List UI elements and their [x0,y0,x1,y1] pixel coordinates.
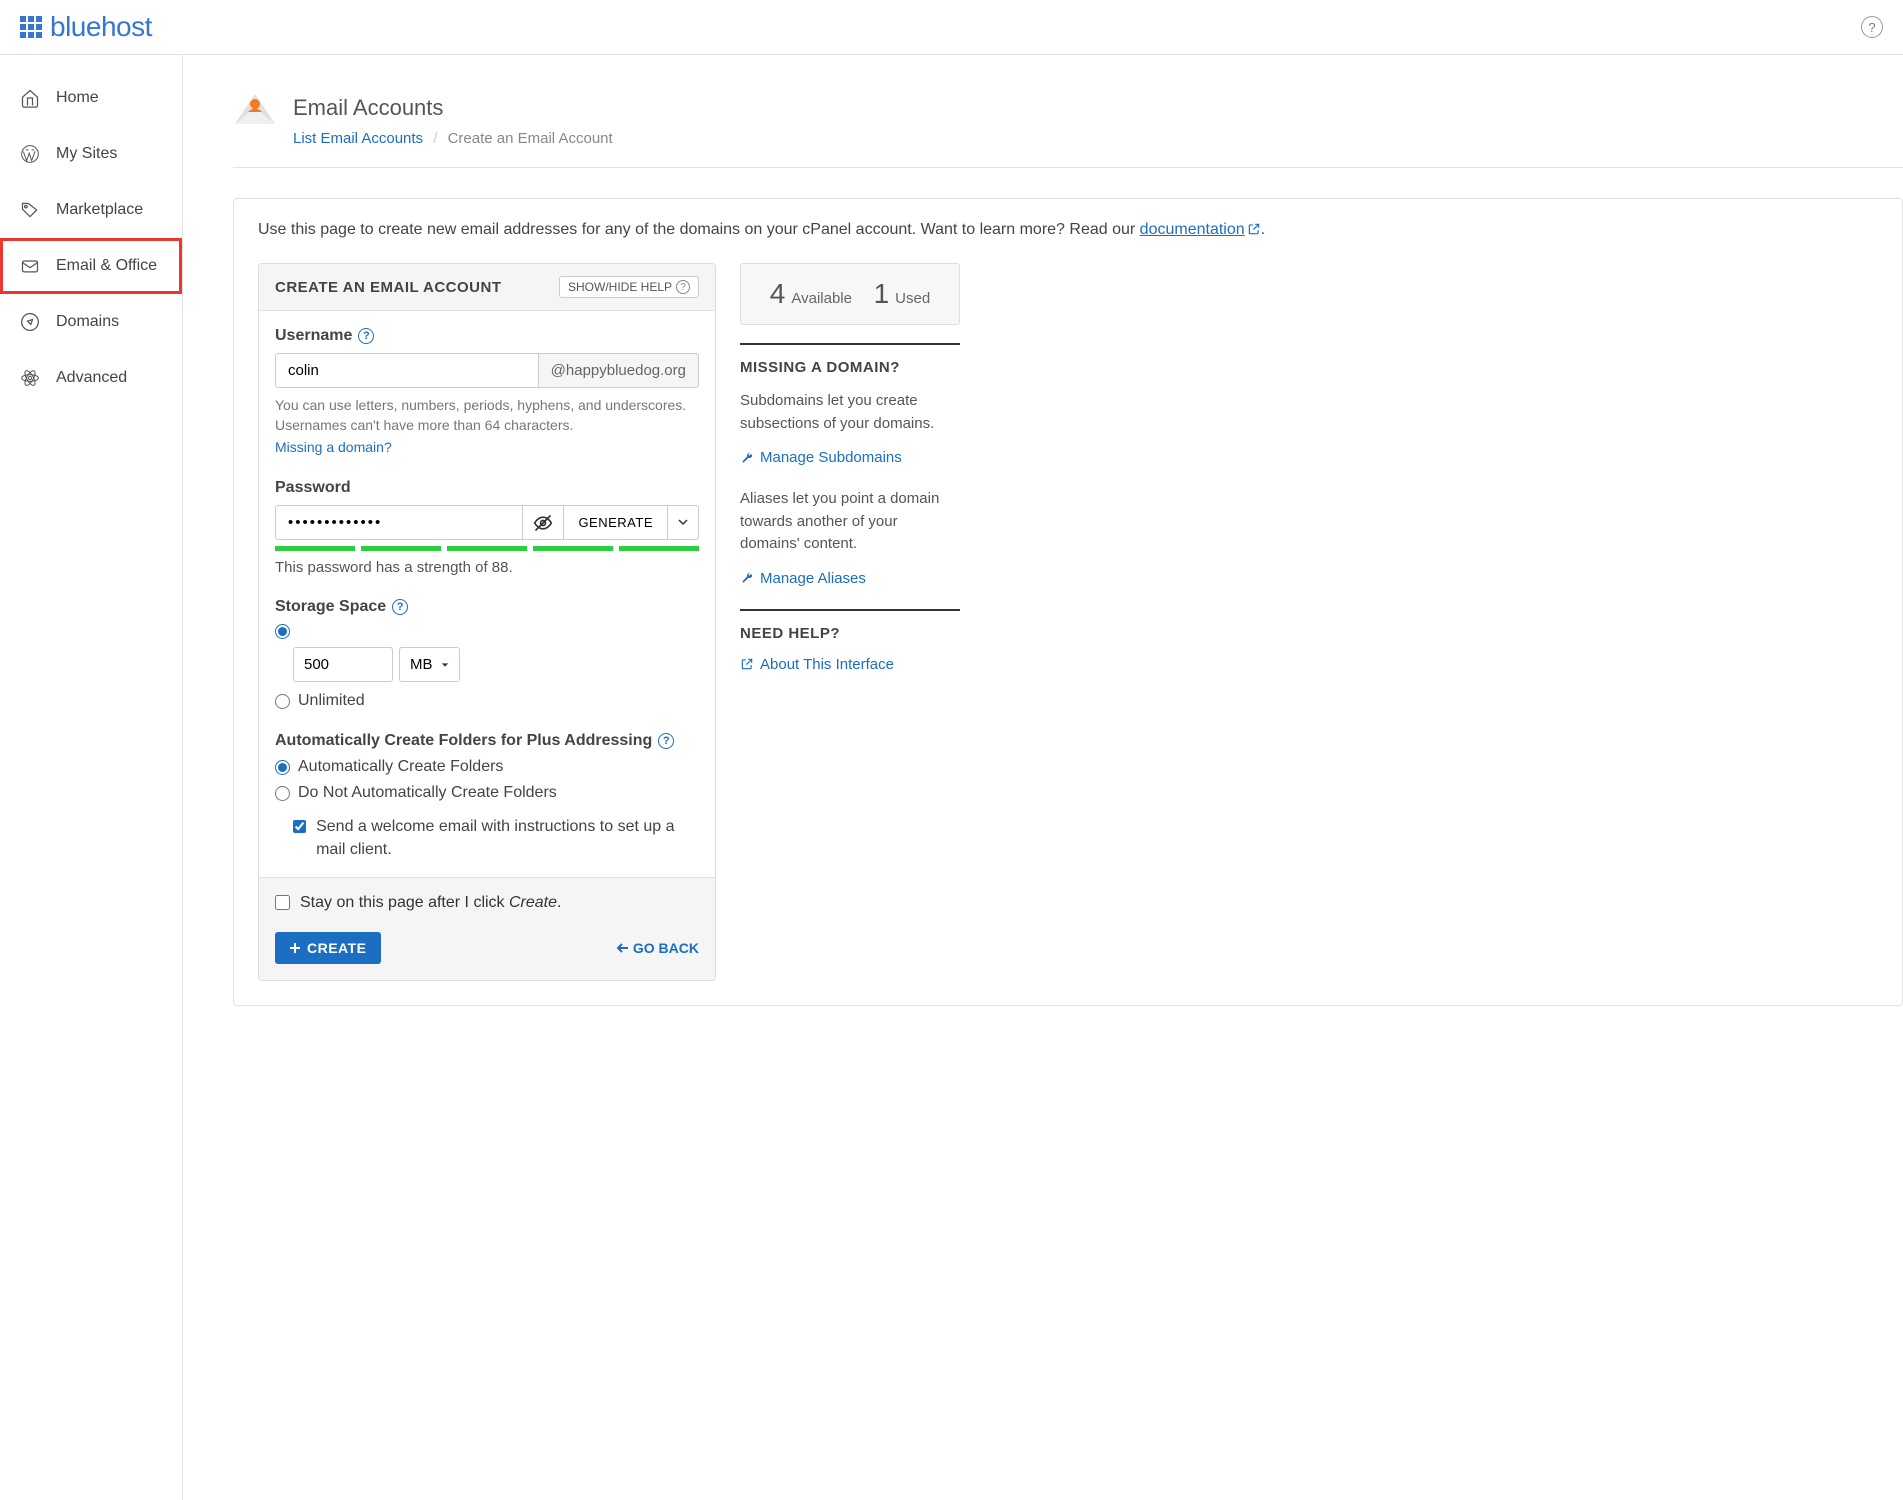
divider [233,167,1903,168]
password-strength-bar [275,546,699,551]
folders-no-radio[interactable] [275,786,290,801]
help-icon[interactable]: ? [1861,16,1883,38]
page-title: Email Accounts [293,95,443,121]
storage-custom-radio[interactable] [275,624,290,639]
create-button[interactable]: CREATE [275,932,381,964]
sidebar-item-home[interactable]: Home [0,70,182,126]
question-icon[interactable]: ? [358,328,374,344]
external-link-icon [1247,222,1261,236]
sidebar-item-marketplace[interactable]: Marketplace [0,182,182,238]
wordpress-icon [20,144,40,164]
storage-unit-select[interactable]: MB [399,647,460,682]
go-back-button[interactable]: GO BACK [617,940,699,956]
logo[interactable]: bluehost [20,11,152,43]
folders-auto-label: Automatically Create Folders [298,758,503,776]
about-interface-link[interactable]: About This Interface [740,656,960,673]
sidebar-item-advanced[interactable]: Advanced [0,350,182,406]
app-grid-icon [20,16,42,38]
toggle-password-visibility-button[interactable] [523,505,564,540]
folders-no-label: Do Not Automatically Create Folders [298,784,557,802]
generate-dropdown-button[interactable] [668,505,699,540]
question-icon: ? [676,280,690,294]
chevron-down-icon [441,661,449,669]
main-content: Email Accounts List Email Accounts / Cre… [183,55,1903,1500]
sidebar-item-label: My Sites [56,145,117,163]
missing-domain-link[interactable]: Missing a domain? [275,439,392,455]
folders-label: Automatically Create Folders for Plus Ad… [275,732,699,750]
manage-aliases-link[interactable]: Manage Aliases [740,570,960,587]
atom-icon [20,368,40,388]
arrow-left-icon [617,942,629,954]
stay-on-page-checkbox[interactable] [275,895,290,910]
sidebar-item-label: Advanced [56,369,127,387]
password-input[interactable] [275,505,523,540]
username-hint: You can use letters, numbers, periods, h… [275,396,699,435]
stat-used: 1 Used [874,278,931,310]
aliases-text: Aliases let you point a domain towards a… [740,488,960,556]
sidebar-item-label: Domains [56,313,119,331]
question-icon[interactable]: ? [392,599,408,615]
sidebar-item-domains[interactable]: Domains [0,294,182,350]
storage-value-input[interactable] [293,647,393,682]
card-header: CREATE AN EMAIL ACCOUNT SHOW/HIDE HELP ? [259,264,715,311]
page-header: Email Accounts [233,90,1903,126]
storage-label: Storage Space ? [275,598,699,616]
manage-subdomains-link[interactable]: Manage Subdomains [740,449,960,466]
wrench-icon [740,451,754,465]
show-hide-help-button[interactable]: SHOW/HIDE HELP ? [559,276,699,298]
intro-before: Use this page to create new email addres… [258,221,1140,238]
chevron-down-icon [678,517,688,527]
email-accounts-icon [233,90,277,126]
generate-password-button[interactable]: GENERATE [564,505,668,540]
card-title: CREATE AN EMAIL ACCOUNT [275,279,502,296]
breadcrumb: List Email Accounts / Create an Email Ac… [293,130,1903,147]
intro-after: . [1261,221,1265,238]
password-label: Password [275,479,699,497]
sidebar: Home My Sites Marketplace Email & Office… [0,55,183,1500]
stats-box: 4 Available 1 Used [740,263,960,325]
breadcrumb-separator: / [433,130,437,147]
stay-on-page-label: Stay on this page after I click Create. [300,894,561,912]
wrench-icon [740,571,754,585]
external-link-icon [740,657,754,671]
question-icon[interactable]: ? [658,733,674,749]
section-divider [740,609,960,611]
username-input[interactable] [275,353,539,388]
username-label: Username ? [275,327,699,345]
compass-icon [20,312,40,332]
sidebar-item-mysites[interactable]: My Sites [0,126,182,182]
breadcrumb-link[interactable]: List Email Accounts [293,130,423,147]
eye-off-icon [533,513,553,533]
folders-auto-radio[interactable] [275,760,290,775]
password-strength-text: This password has a strength of 88. [275,559,699,576]
tag-icon [20,200,40,220]
storage-unlimited-label: Unlimited [298,692,365,710]
breadcrumb-current: Create an Email Account [448,130,613,147]
section-divider [740,343,960,345]
intro-text: Use this page to create new email addres… [234,221,1902,263]
sidebar-item-email-office[interactable]: Email & Office [0,238,182,294]
sidebar-item-label: Marketplace [56,201,143,219]
missing-domain-heading: MISSING A DOMAIN? [740,359,960,376]
sidebar-item-label: Email & Office [56,257,157,275]
documentation-link[interactable]: documentation [1140,221,1245,238]
top-header: bluehost ? [0,0,1903,55]
plus-icon [289,942,301,954]
storage-unlimited-radio[interactable] [275,694,290,709]
panel: Use this page to create new email addres… [233,198,1903,1006]
card-footer: Stay on this page after I click Create. … [259,877,715,980]
mail-icon [20,256,40,276]
subdomains-text: Subdomains let you create subsections of… [740,390,960,435]
welcome-email-label: Send a welcome email with instructions t… [316,816,699,861]
need-help-heading: NEED HELP? [740,625,960,642]
create-email-card: CREATE AN EMAIL ACCOUNT SHOW/HIDE HELP ?… [258,263,716,981]
right-column: 4 Available 1 Used MISSING A DOMAIN? Sub… [740,263,960,695]
stat-available: 4 Available [770,278,852,310]
sidebar-item-label: Home [56,89,99,107]
home-icon [20,88,40,108]
domain-addon: @happybluedog.org [539,353,699,388]
welcome-email-checkbox[interactable] [293,819,306,834]
brand-name: bluehost [50,11,152,43]
